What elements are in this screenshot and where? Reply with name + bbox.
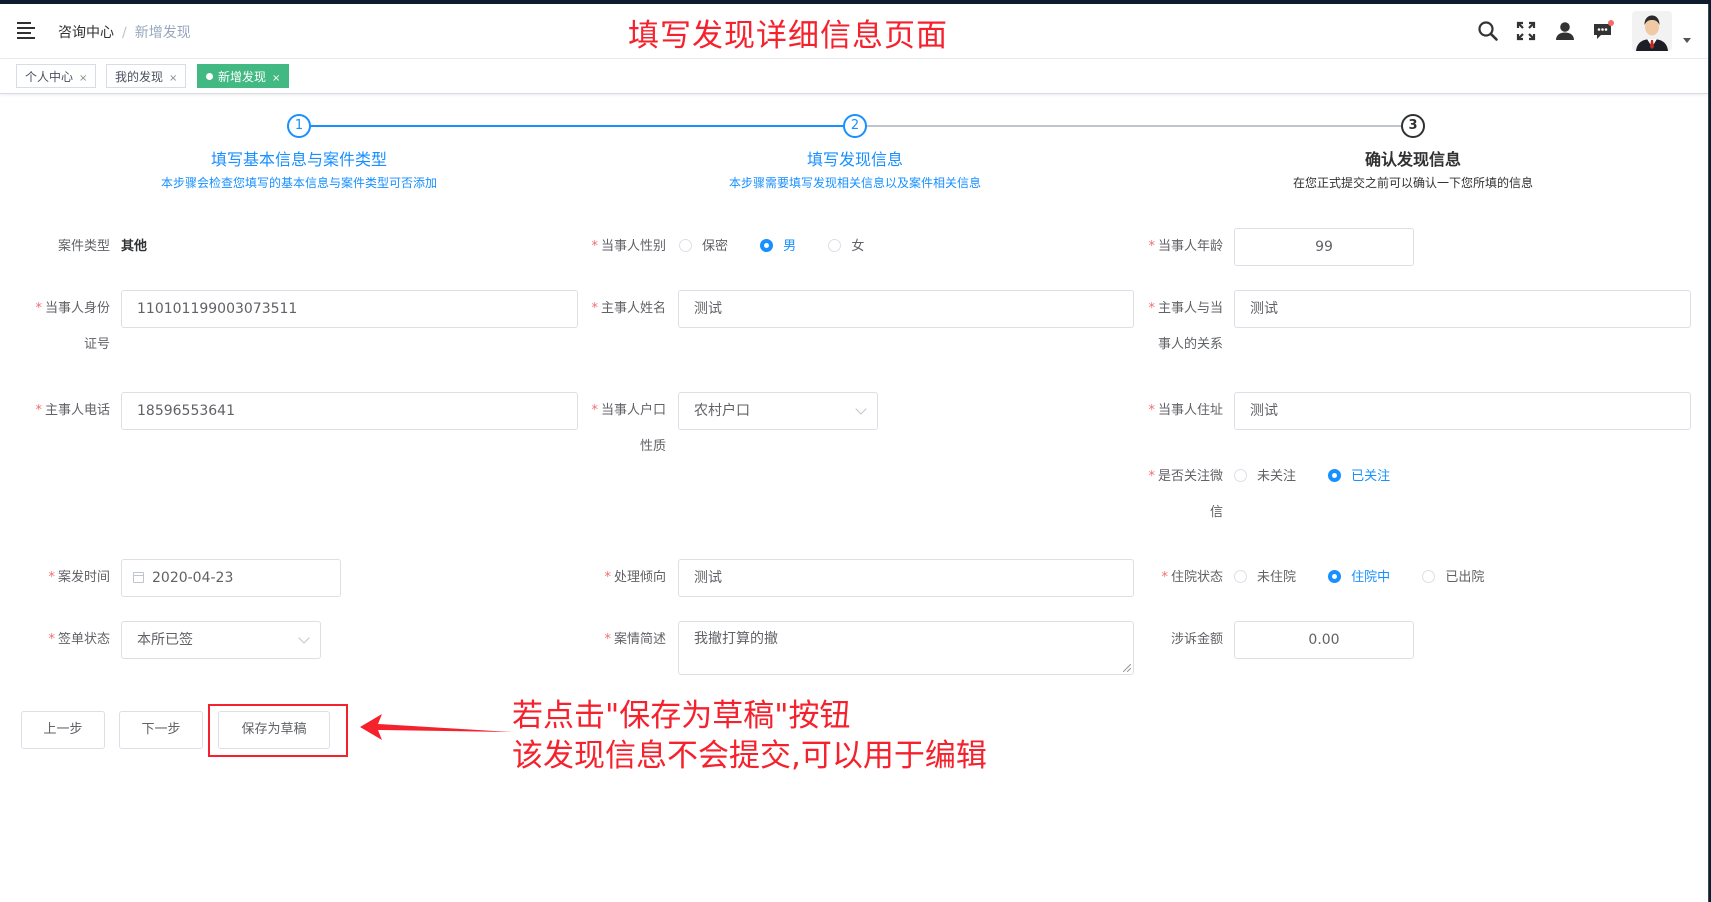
hospital-radio-group: 未住院 住院中 已出院 (1234, 559, 1512, 597)
tag-label: 新增发现 (218, 70, 267, 84)
breadcrumb-separator: / (122, 25, 127, 41)
relation-label: * 主事人与当 事人的关系 (1148, 301, 1223, 352)
resize-handle-icon[interactable] (1123, 664, 1131, 672)
age-input[interactable]: 99 (1234, 228, 1414, 266)
summary-value: 我撤打算的撤 (694, 631, 778, 647)
search-icon[interactable] (1477, 20, 1499, 42)
tag-label: 我的发现 (115, 70, 164, 84)
wechat-radio-group: 未关注 已关注 (1234, 458, 1418, 496)
annotation-arrow-icon (360, 714, 512, 740)
gender-label: * 当事人性别 (591, 239, 666, 254)
summary-label: * 案情简述 (604, 632, 666, 647)
calendar-icon (133, 572, 144, 583)
breadcrumb-item-consult[interactable]: 咨询中心 (58, 25, 114, 41)
tag-my-discovery[interactable]: 我的发现 × (106, 64, 187, 88)
household-label: * 当事人户口 性质 (591, 403, 666, 454)
id-card-input[interactable]: 110101199003073511 (121, 290, 578, 328)
highlight-box (208, 704, 348, 757)
gender-option-male[interactable]: 男 (760, 228, 796, 266)
summary-textarea[interactable]: 我撤打算的撤 (678, 621, 1134, 675)
avatar[interactable] (1632, 11, 1672, 51)
user-icon[interactable] (1554, 20, 1576, 42)
gender-radio-group: 保密 男 女 (679, 228, 892, 266)
chevron-down-icon[interactable] (1683, 38, 1691, 43)
step-3-title: 确认发现信息 (1364, 150, 1461, 169)
main-name-input[interactable]: 测试 (678, 290, 1134, 328)
tag-label: 个人中心 (25, 70, 74, 84)
wechat-label: * 是否关注微信 (1148, 469, 1223, 520)
address-label: * 当事人住址 (1148, 403, 1223, 418)
close-icon[interactable]: × (272, 73, 280, 84)
hospital-label: * 住院状态 (1161, 570, 1223, 585)
hamburger-icon[interactable] (17, 21, 37, 39)
annotation-line-2: 该发现信息不会提交,可以用于编辑 (512, 738, 987, 774)
amount-label: 涉诉金额 (1170, 632, 1223, 647)
step-3-number: 3 (1401, 114, 1425, 138)
relation-input[interactable]: 测试 (1234, 290, 1691, 328)
step-line-2 (867, 125, 1401, 127)
close-icon[interactable]: × (169, 73, 177, 84)
message-icon[interactable] (1592, 20, 1614, 42)
case-time-value: 2020-04-23 (152, 570, 234, 586)
breadcrumb: 咨询中心 / 新增发现 (58, 22, 191, 42)
fullscreen-icon[interactable] (1515, 20, 1537, 42)
navbar: 咨询中心 / 新增发现 填写发现详细信息页面 (0, 4, 1708, 59)
household-select[interactable]: 农村户口 (678, 392, 878, 430)
active-dot-icon (206, 73, 213, 80)
step-2-title: 填写发现信息 (806, 150, 903, 169)
tag-personal-center[interactable]: 个人中心 × (16, 64, 97, 88)
handling-label: * 处理倾向 (604, 570, 666, 585)
age-label: * 当事人年龄 (1148, 239, 1223, 254)
close-icon[interactable]: × (79, 73, 87, 84)
hospital-option-discharged[interactable]: 已出院 (1422, 559, 1484, 597)
sign-status-select-value: 本所已签 (137, 632, 193, 648)
chevron-down-icon (855, 403, 867, 415)
step-1-desc: 本步骤会检查您填写的基本信息与案件类型可否添加 (160, 176, 437, 190)
hospital-option-admitted[interactable]: 住院中 (1328, 559, 1390, 597)
step-2-desc: 本步骤需要填写发现相关信息以及案件相关信息 (728, 176, 981, 190)
prev-step-button[interactable]: 上一步 (21, 711, 105, 749)
case-time-label: * 案发时间 (48, 570, 110, 585)
step-3-desc: 在您正式提交之前可以确认一下您所填的信息 (1292, 176, 1533, 190)
gender-option-secret[interactable]: 保密 (679, 228, 728, 266)
step-1-number: 1 (287, 114, 311, 138)
sign-status-select[interactable]: 本所已签 (121, 621, 321, 659)
address-input[interactable]: 测试 (1234, 392, 1691, 430)
case-type-value: 其他 (121, 239, 148, 254)
chevron-down-icon (298, 632, 310, 644)
app-window: 咨询中心 / 新增发现 填写发现详细信息页面 个人中心 × 我的发现 × 新增发… (0, 4, 1709, 902)
main-phone-input[interactable]: 18596553641 (121, 392, 578, 430)
step-1-title: 填写基本信息与案件类型 (210, 150, 387, 169)
breadcrumb-item-new-discovery: 新增发现 (134, 25, 191, 41)
case-type-label: 案件类型 (57, 239, 110, 254)
annotation-line-1: 若点击"保存为草稿"按钮 (512, 698, 851, 734)
sign-status-label: * 签单状态 (48, 632, 110, 647)
tags-view: 个人中心 × 我的发现 × 新增发现 × (0, 59, 1708, 94)
household-select-value: 农村户口 (694, 403, 750, 419)
step-2-number: 2 (843, 114, 867, 138)
id-card-label: * 当事人身份 证号 (35, 301, 110, 352)
main-name-label: * 主事人姓名 (591, 301, 666, 316)
wechat-option-followed[interactable]: 已关注 (1328, 458, 1390, 496)
page-title-annotation: 填写发现详细信息页面 (628, 18, 948, 54)
wechat-option-not-followed[interactable]: 未关注 (1234, 458, 1296, 496)
next-step-button[interactable]: 下一步 (119, 711, 203, 749)
main-phone-label: * 主事人电话 (35, 403, 110, 418)
case-time-date-picker[interactable]: 2020-04-23 (121, 559, 341, 597)
handling-input[interactable]: 测试 (678, 559, 1134, 597)
step-line-1 (311, 125, 845, 127)
hospital-option-not-admitted[interactable]: 未住院 (1234, 559, 1296, 597)
gender-option-female[interactable]: 女 (828, 228, 864, 266)
amount-input[interactable]: 0.00 (1234, 621, 1414, 659)
tag-new-discovery[interactable]: 新增发现 × (197, 64, 290, 88)
